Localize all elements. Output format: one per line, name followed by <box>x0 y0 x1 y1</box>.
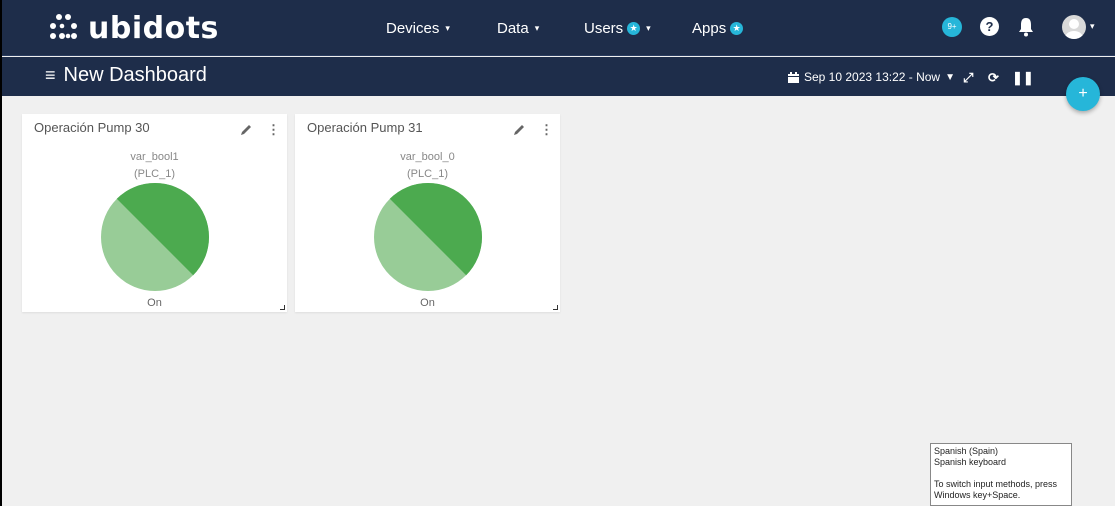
nav-devices-label: Devices <box>386 20 440 37</box>
caret-down-icon: ▾ <box>445 23 450 33</box>
dashboard-title[interactable]: ≡ New Dashboard <box>45 64 207 87</box>
nav-apps[interactable]: Apps ★ <box>692 20 744 37</box>
nav-data-label: Data <box>497 20 529 37</box>
hamburger-icon[interactable]: ≡ <box>45 65 56 86</box>
resize-handle[interactable] <box>280 305 285 310</box>
star-badge-icon: ★ <box>730 22 744 35</box>
pencil-icon[interactable] <box>240 123 253 136</box>
nav-devices[interactable]: Devices ▾ <box>386 20 450 37</box>
dashboard-bar: ≡ New Dashboard Sep 10 2023 13:22 - Now … <box>2 57 1115 96</box>
pause-icon[interactable]: ❚❚ <box>1012 70 1034 86</box>
resize-handle[interactable] <box>553 305 558 310</box>
caret-down-icon[interactable]: ▾ <box>1090 21 1095 32</box>
date-range-label: Sep 10 2023 13:22 - Now <box>804 70 941 84</box>
nav-users-label: Users <box>584 20 624 37</box>
caret-down-icon: ▾ <box>534 23 540 33</box>
kebab-menu-icon[interactable]: ⋮ <box>267 122 280 138</box>
widget-state: On <box>420 297 435 309</box>
caret-down-icon: ▼ <box>945 71 956 83</box>
widget-variable: var_bool1 <box>130 151 179 163</box>
notifications-badge[interactable]: 9+ <box>942 17 962 37</box>
pencil-icon[interactable] <box>513 123 526 136</box>
tooltip-language: Spanish (Spain) <box>934 446 999 456</box>
dashboard-title-label: New Dashboard <box>63 64 207 86</box>
input-method-tooltip: Spanish (Spain) Spanish keyboard To swit… <box>930 443 1072 506</box>
star-badge-icon: ★ <box>627 22 641 35</box>
widget-title: Operación Pump 31 <box>307 120 423 135</box>
nav-data[interactable]: Data ▾ <box>497 20 539 37</box>
tooltip-hint: To switch input methods, press Windows k… <box>934 479 1058 500</box>
pie-chart <box>374 182 483 291</box>
date-range-selector[interactable]: Sep 10 2023 13:22 - Now ▼ <box>788 70 955 84</box>
top-navbar: ubidots Devices ▾ Data ▾ Users ★ ▾ Apps … <box>2 0 1115 56</box>
widget-title: Operación Pump 30 <box>34 120 150 135</box>
ubidots-logo[interactable]: ubidots <box>48 8 219 48</box>
nav-users[interactable]: Users ★ ▾ <box>584 20 651 37</box>
widget-variable: var_bool_0 <box>400 151 455 163</box>
caret-down-icon: ▾ <box>646 23 651 33</box>
refresh-icon[interactable]: ⟳ <box>988 70 999 86</box>
bell-icon[interactable] <box>1017 17 1035 37</box>
help-icon[interactable]: ? <box>980 17 999 36</box>
avatar[interactable] <box>1062 15 1086 39</box>
widget-device: (PLC_1) <box>407 168 448 180</box>
fullscreen-icon[interactable]: ⤢ <box>963 70 973 86</box>
widget-card: Operación Pump 30 ⋮ var_bool1 (PLC_1) On <box>22 114 287 312</box>
logo-dots-icon <box>50 14 77 39</box>
nav-apps-label: Apps <box>692 20 727 37</box>
kebab-menu-icon[interactable]: ⋮ <box>540 122 553 138</box>
widget-state: On <box>147 297 162 309</box>
widget-device: (PLC_1) <box>134 168 175 180</box>
add-widget-button[interactable]: + <box>1066 77 1100 111</box>
tooltip-keyboard: Spanish keyboard <box>934 457 1007 467</box>
user-icon <box>1065 19 1083 39</box>
brand-name: ubidots <box>88 10 219 46</box>
widget-card: Operación Pump 31 ⋮ var_bool_0 (PLC_1) O… <box>295 114 560 312</box>
calendar-icon <box>788 71 799 83</box>
pie-chart <box>101 182 210 291</box>
